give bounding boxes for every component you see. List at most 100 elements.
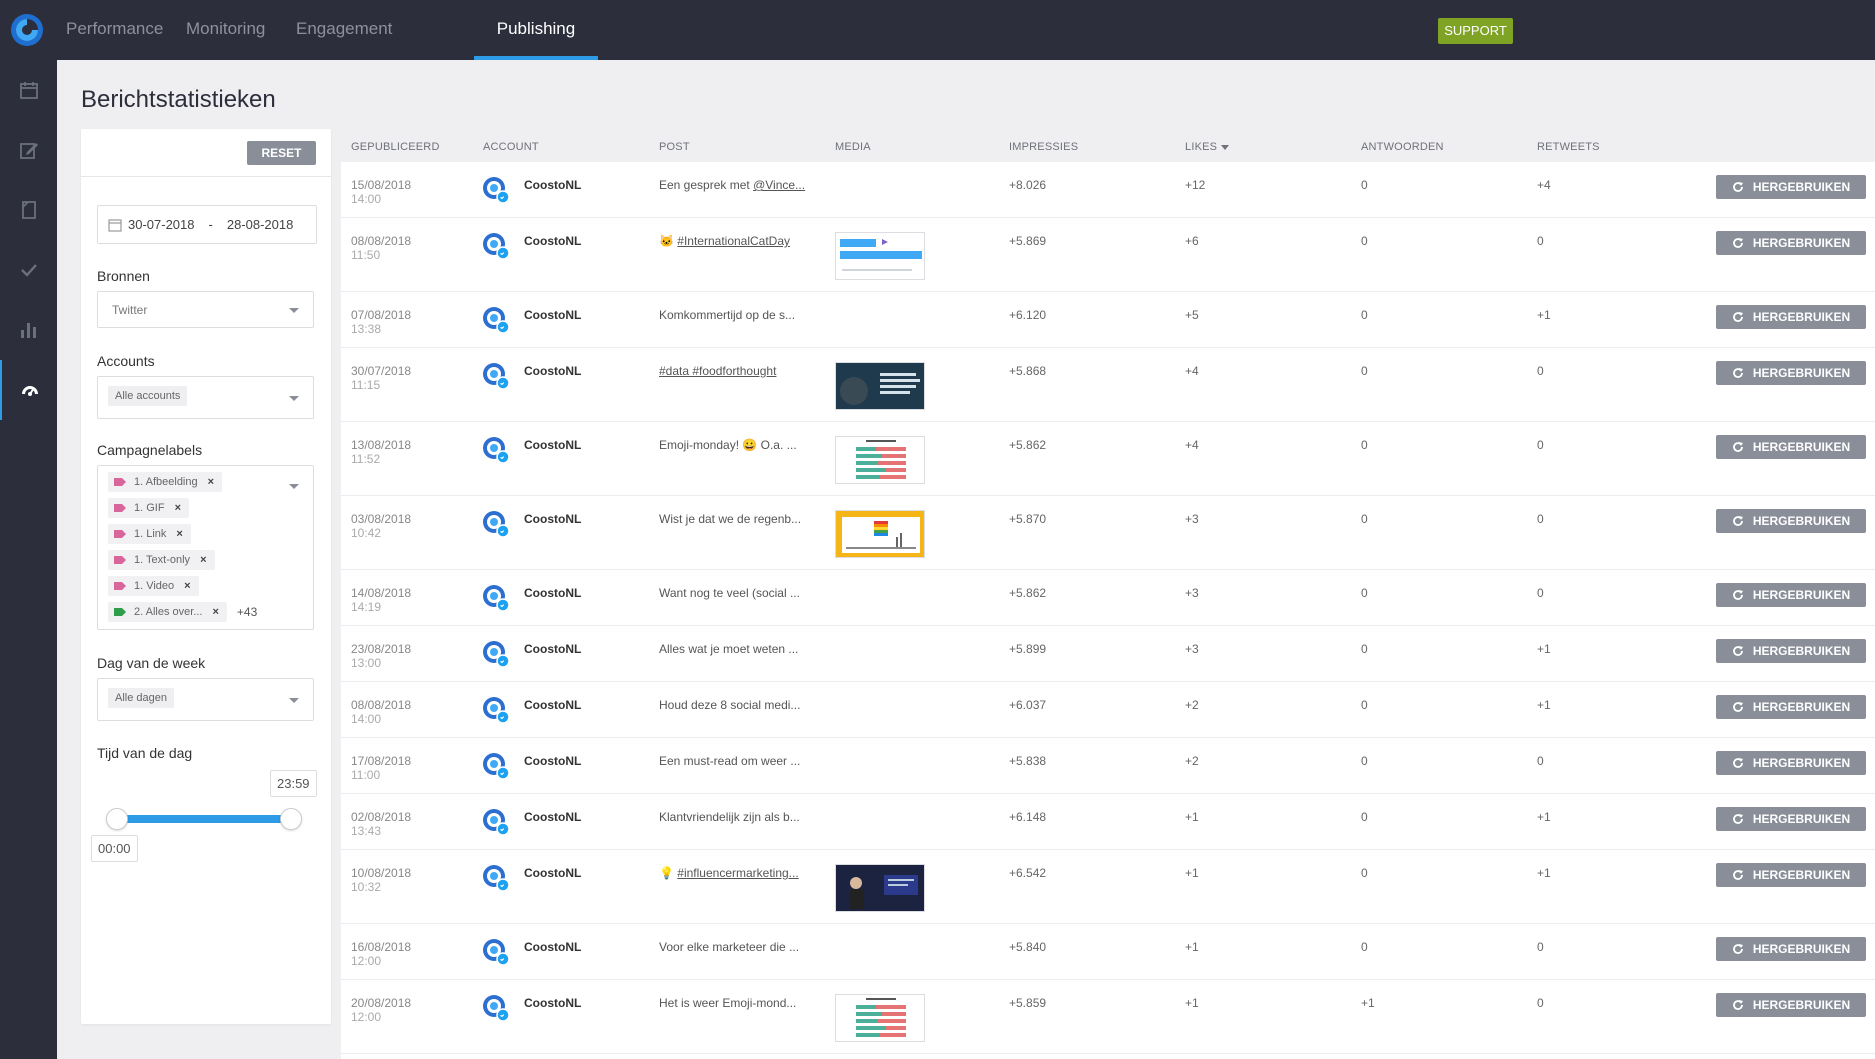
coosto-logo-icon[interactable] bbox=[10, 13, 44, 47]
reuse-button[interactable]: HERGEBRUIKEN bbox=[1716, 583, 1866, 607]
impressions-value: +5.899 bbox=[1009, 642, 1047, 656]
post-text[interactable]: Want nog te veel (social ... bbox=[659, 586, 800, 600]
reuse-button[interactable]: HERGEBRUIKEN bbox=[1716, 695, 1866, 719]
media-thumbnail[interactable] bbox=[835, 436, 925, 484]
sidebar-item-drafts[interactable] bbox=[0, 180, 57, 240]
post-text[interactable]: Een must-read om weer ... bbox=[659, 754, 800, 768]
post-text[interactable]: 🐱 #InternationalCatDay bbox=[659, 234, 790, 248]
sidebar-item-statistics[interactable] bbox=[0, 300, 57, 360]
remove-tag-icon[interactable]: × bbox=[175, 502, 181, 514]
reuse-button[interactable]: HERGEBRUIKEN bbox=[1716, 231, 1866, 255]
post-text[interactable]: Alles wat je moet weten ... bbox=[659, 642, 798, 656]
tab-publishing[interactable]: Publishing bbox=[474, 0, 598, 60]
tab-performance[interactable]: Performance bbox=[66, 0, 163, 60]
column-header-account[interactable]: ACCOUNT bbox=[483, 141, 539, 153]
time-of-day-label: Tijd van de dag bbox=[97, 745, 193, 761]
reuse-button[interactable]: HERGEBRUIKEN bbox=[1716, 361, 1866, 385]
account-name[interactable]: CoostoNL bbox=[524, 642, 581, 656]
support-button[interactable]: SUPPORT bbox=[1438, 18, 1513, 44]
account-name[interactable]: CoostoNL bbox=[524, 754, 581, 768]
time-slider-end-handle[interactable] bbox=[280, 808, 302, 830]
post-text[interactable]: Een gesprek met @Vince... bbox=[659, 178, 805, 192]
post-text[interactable]: Voor elke marketeer die ... bbox=[659, 940, 799, 954]
reuse-button[interactable]: HERGEBRUIKEN bbox=[1716, 863, 1866, 887]
media-thumbnail[interactable] bbox=[835, 362, 925, 410]
tab-monitoring[interactable]: Monitoring bbox=[186, 0, 265, 60]
column-header-impressions[interactable]: IMPRESSIES bbox=[1009, 141, 1078, 153]
published-time: 14:19 bbox=[351, 600, 382, 614]
time-slider-start-handle[interactable] bbox=[106, 808, 128, 830]
table-row: 30/07/2018 11:15 CoostoNL #data #foodfortho… bbox=[341, 348, 1875, 422]
reuse-button[interactable]: HERGEBRUIKEN bbox=[1716, 937, 1866, 961]
column-header-media[interactable]: MEDIA bbox=[835, 141, 871, 153]
post-text[interactable]: 💡 #influencermarketing... bbox=[659, 866, 799, 880]
post-text[interactable]: Het is weer Emoji-mond... bbox=[659, 996, 796, 1010]
published-cell: 13/08/2018 11:52 bbox=[351, 438, 411, 466]
hashtag-link[interactable]: #influencermarketing... bbox=[677, 866, 798, 880]
account-name[interactable]: CoostoNL bbox=[524, 308, 581, 322]
account-name[interactable]: CoostoNL bbox=[524, 996, 581, 1010]
post-text[interactable]: #data #foodforthought bbox=[659, 364, 776, 378]
post-text[interactable]: Klantvriendelijk zijn als b... bbox=[659, 810, 800, 824]
likes-value: +3 bbox=[1185, 586, 1199, 600]
account-name[interactable]: CoostoNL bbox=[524, 810, 581, 824]
reuse-button[interactable]: HERGEBRUIKEN bbox=[1716, 993, 1866, 1017]
column-header-replies[interactable]: ANTWOORDEN bbox=[1361, 141, 1444, 153]
retweets-value: 0 bbox=[1537, 364, 1544, 378]
remove-tag-icon[interactable]: × bbox=[200, 554, 206, 566]
post-text[interactable]: Komkommertijd op de s... bbox=[659, 308, 795, 322]
sidebar-item-compose[interactable] bbox=[0, 120, 57, 180]
weekday-select[interactable]: Alle dagen bbox=[97, 678, 314, 721]
sidebar-item-approve[interactable] bbox=[0, 240, 57, 300]
retweets-value: 0 bbox=[1537, 940, 1544, 954]
reuse-button[interactable]: HERGEBRUIKEN bbox=[1716, 305, 1866, 329]
post-text[interactable]: Wist je dat we de regenb... bbox=[659, 512, 801, 526]
replies-value: 0 bbox=[1361, 698, 1368, 712]
likes-value: +6 bbox=[1185, 234, 1199, 248]
column-header-post[interactable]: POST bbox=[659, 141, 690, 153]
account-name[interactable]: CoostoNL bbox=[524, 438, 581, 452]
account-name[interactable]: CoostoNL bbox=[524, 586, 581, 600]
remove-tag-icon[interactable]: × bbox=[184, 580, 190, 592]
post-text[interactable]: Emoji-monday! 😀 O.a. ... bbox=[659, 438, 797, 452]
reuse-button[interactable]: HERGEBRUIKEN bbox=[1716, 175, 1866, 199]
column-header-published[interactable]: GEPUBLICEERD bbox=[351, 141, 440, 153]
account-name[interactable]: CoostoNL bbox=[524, 940, 581, 954]
post-text[interactable]: Houd deze 8 social medi... bbox=[659, 698, 800, 712]
media-thumbnail[interactable] bbox=[835, 994, 925, 1042]
campaign-labels-select[interactable]: 1. Afbeelding × 1. GIF × 1. Link × 1. Text-… bbox=[97, 465, 314, 630]
sidebar-item-calendar[interactable] bbox=[0, 60, 57, 120]
published-date: 30/07/2018 bbox=[351, 364, 412, 378]
sources-select[interactable]: Twitter bbox=[97, 291, 314, 328]
time-slider-track[interactable] bbox=[117, 815, 291, 823]
date-range-picker[interactable]: 30-07-2018 - 28-08-2018 bbox=[97, 205, 317, 244]
media-thumbnail[interactable] bbox=[835, 510, 925, 558]
hashtag-link[interactable]: #InternationalCatDay bbox=[677, 234, 790, 248]
account-name[interactable]: CoostoNL bbox=[524, 698, 581, 712]
hashtag-link[interactable]: #data #foodforthought bbox=[659, 364, 776, 378]
reset-button[interactable]: RESET bbox=[247, 141, 316, 165]
reuse-button[interactable]: HERGEBRUIKEN bbox=[1716, 639, 1866, 663]
tab-engagement[interactable]: Engagement bbox=[296, 0, 392, 60]
accounts-select[interactable]: Alle accounts bbox=[97, 376, 314, 419]
reuse-button[interactable]: HERGEBRUIKEN bbox=[1716, 807, 1866, 831]
account-name[interactable]: CoostoNL bbox=[524, 178, 581, 192]
media-thumbnail[interactable] bbox=[835, 864, 925, 912]
published-cell: 15/08/2018 14:00 bbox=[351, 178, 411, 206]
media-thumbnail[interactable] bbox=[835, 232, 925, 280]
column-header-likes[interactable]: LIKES bbox=[1185, 141, 1230, 153]
account-name[interactable]: CoostoNL bbox=[524, 234, 581, 248]
remove-tag-icon[interactable]: × bbox=[212, 606, 218, 618]
reuse-button[interactable]: HERGEBRUIKEN bbox=[1716, 435, 1866, 459]
sidebar-item-dashboard[interactable] bbox=[0, 360, 57, 420]
reuse-button[interactable]: HERGEBRUIKEN bbox=[1716, 509, 1866, 533]
column-header-retweets[interactable]: RETWEETS bbox=[1537, 141, 1600, 153]
more-tags-count[interactable]: +43 bbox=[237, 605, 257, 619]
remove-tag-icon[interactable]: × bbox=[176, 528, 182, 540]
remove-tag-icon[interactable]: × bbox=[208, 476, 214, 488]
account-name[interactable]: CoostoNL bbox=[524, 364, 581, 378]
hashtag-link[interactable]: @Vince... bbox=[753, 178, 805, 192]
account-name[interactable]: CoostoNL bbox=[524, 866, 581, 880]
reuse-button[interactable]: HERGEBRUIKEN bbox=[1716, 751, 1866, 775]
account-name[interactable]: CoostoNL bbox=[524, 512, 581, 526]
